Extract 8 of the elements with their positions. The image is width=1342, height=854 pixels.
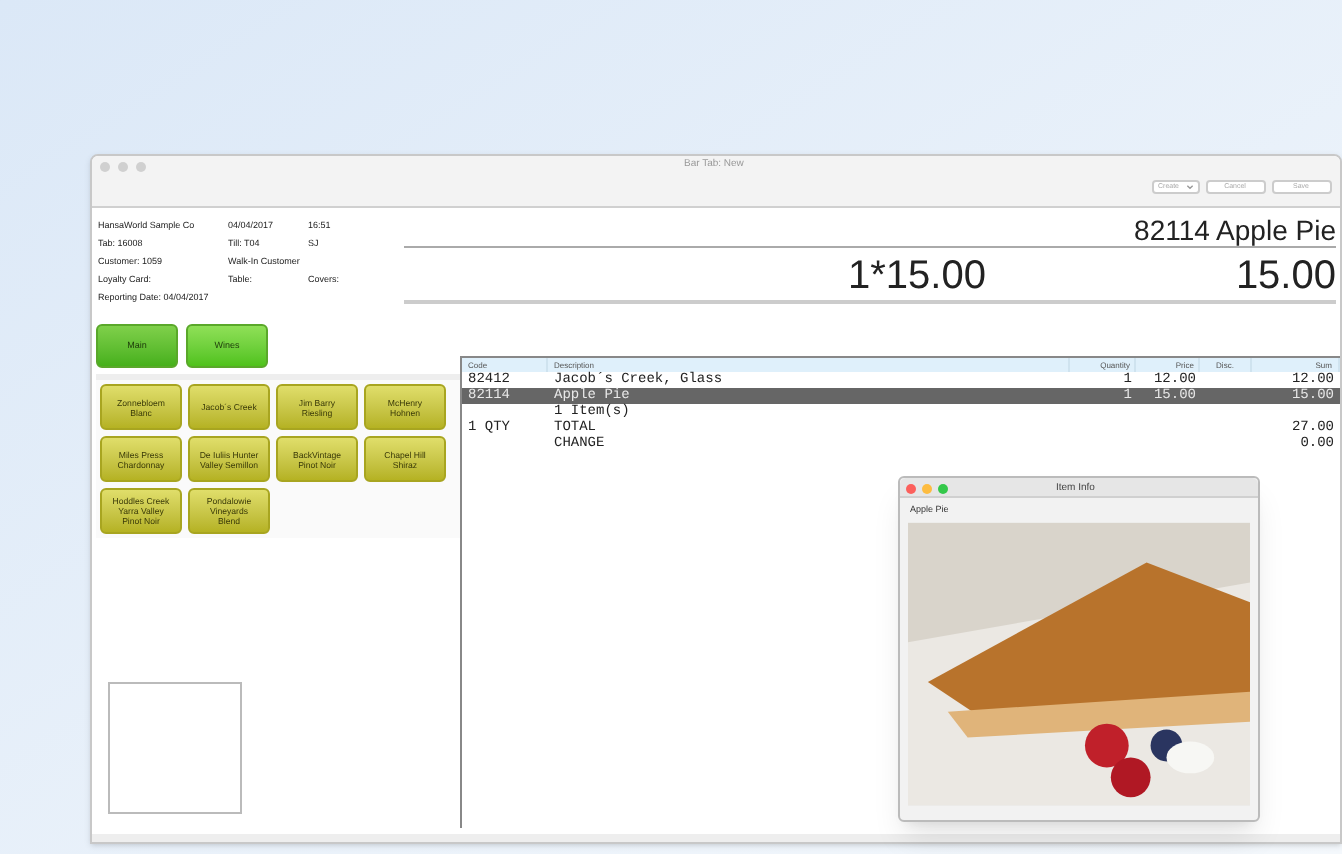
calculation-display: 1*15.00 xyxy=(848,252,986,300)
chevron-icon xyxy=(1185,184,1194,190)
item-display: 82114 Apple Pie xyxy=(1134,214,1336,246)
zoom-icon[interactable] xyxy=(938,483,948,493)
amount-display: 15.00 xyxy=(1235,252,1336,300)
close-icon[interactable] xyxy=(906,483,916,493)
blank-panel xyxy=(108,682,242,814)
minimize-icon[interactable] xyxy=(922,483,932,493)
